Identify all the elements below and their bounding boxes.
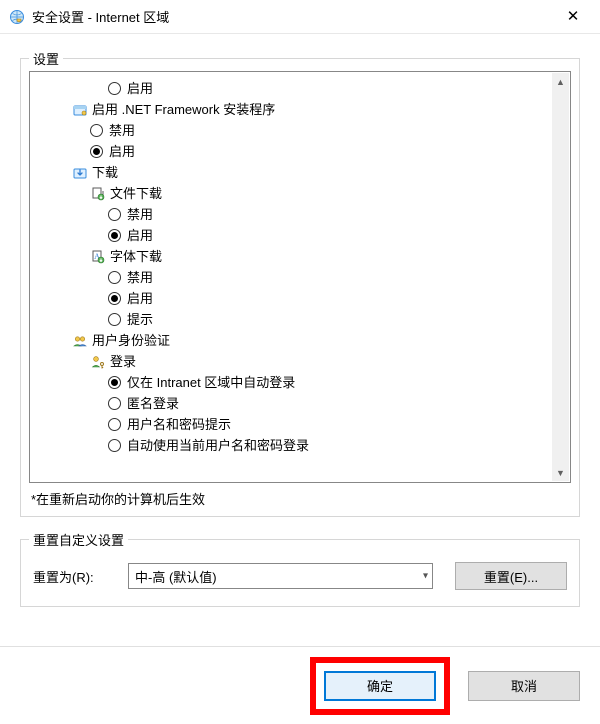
category-label: 用户身份验证 — [92, 330, 170, 351]
radio-on-icon — [108, 292, 121, 305]
subcategory-label: 字体下载 — [110, 246, 162, 267]
users-icon — [72, 333, 88, 349]
option-label: 用户名和密码提示 — [127, 414, 231, 435]
option-label: 匿名登录 — [127, 393, 179, 414]
titlebar: 安全设置 - Internet 区域 ✕ — [0, 0, 600, 34]
option-label: 自动使用当前用户名和密码登录 — [127, 435, 309, 456]
radio-option[interactable]: 启用 — [30, 225, 570, 246]
subcategory-font-download[interactable]: A 字体下载 — [30, 246, 570, 267]
radio-off-icon — [108, 271, 121, 284]
reset-button[interactable]: 重置(E)... — [455, 562, 567, 590]
reset-button-label: 重置(E)... — [484, 567, 538, 586]
radio-off-icon — [108, 418, 121, 431]
radio-option[interactable]: 禁用 — [30, 120, 570, 141]
radio-on-icon — [108, 376, 121, 389]
option-label: 提示 — [127, 309, 153, 330]
radio-option[interactable]: 用户名和密码提示 — [30, 414, 570, 435]
reset-group-label: 重置自定义设置 — [29, 530, 128, 549]
radio-off-icon — [90, 124, 103, 137]
option-label: 禁用 — [127, 204, 153, 225]
settings-group: 设置 启用 启用 .NET Framework 安装程序 禁用 — [20, 58, 580, 517]
subcategory-label: 登录 — [110, 351, 136, 372]
category-auth[interactable]: 用户身份验证 — [30, 330, 570, 351]
combo-value: 中-高 (默认值) — [135, 567, 217, 586]
category-label: 下载 — [92, 162, 118, 183]
subcategory-label: 文件下载 — [110, 183, 162, 204]
settings-tree[interactable]: 启用 启用 .NET Framework 安装程序 禁用 启用 — [29, 71, 571, 483]
radio-option[interactable]: 启用 — [30, 288, 570, 309]
reset-group: 重置自定义设置 重置为(R): 中-高 (默认值) ▾ 重置(E)... — [20, 539, 580, 607]
file-download-icon — [90, 186, 106, 202]
cancel-button[interactable]: 取消 — [468, 671, 580, 701]
reset-to-label: 重置为(R): — [33, 567, 128, 586]
close-icon: ✕ — [567, 9, 580, 24]
radio-option[interactable]: 启用 — [30, 141, 570, 162]
chevron-down-icon: ▾ — [423, 571, 428, 582]
radio-off-icon — [108, 82, 121, 95]
scroll-up-icon[interactable]: ▲ — [552, 73, 569, 90]
option-label: 启用 — [127, 78, 153, 99]
reset-level-combo[interactable]: 中-高 (默认值) ▾ — [128, 563, 433, 589]
category-label: 启用 .NET Framework 安装程序 — [92, 99, 275, 120]
subcategory-login[interactable]: 登录 — [30, 351, 570, 372]
radio-off-icon — [108, 439, 121, 452]
option-label: 禁用 — [127, 267, 153, 288]
ok-highlight-box: 确定 — [310, 657, 450, 715]
subcategory-file-download[interactable]: 文件下载 — [30, 183, 570, 204]
option-label: 仅在 Intranet 区域中自动登录 — [127, 372, 295, 393]
radio-off-icon — [108, 397, 121, 410]
radio-option[interactable]: 禁用 — [30, 267, 570, 288]
globe-security-icon — [8, 8, 26, 26]
option-label: 启用 — [127, 288, 153, 309]
option-label: 禁用 — [109, 120, 135, 141]
user-key-icon — [90, 354, 106, 370]
radio-option[interactable]: 禁用 — [30, 204, 570, 225]
category-netfx[interactable]: 启用 .NET Framework 安装程序 — [30, 99, 570, 120]
radio-off-icon — [108, 313, 121, 326]
window-title: 安全设置 - Internet 区域 — [32, 7, 169, 26]
close-button[interactable]: ✕ — [550, 2, 596, 32]
radio-off-icon — [108, 208, 121, 221]
font-download-icon: A — [90, 249, 106, 265]
radio-option[interactable]: 自动使用当前用户名和密码登录 — [30, 435, 570, 456]
radio-option[interactable]: 匿名登录 — [30, 393, 570, 414]
cancel-button-label: 取消 — [511, 676, 537, 695]
radio-on-icon — [90, 145, 103, 158]
ok-button-label: 确定 — [367, 676, 393, 695]
radio-on-icon — [108, 229, 121, 242]
radio-option[interactable]: 仅在 Intranet 区域中自动登录 — [30, 372, 570, 393]
option-label: 启用 — [109, 141, 135, 162]
category-download[interactable]: 下载 — [30, 162, 570, 183]
option-label: 启用 — [127, 225, 153, 246]
scrollbar[interactable]: ▲ ▼ — [552, 73, 569, 481]
package-icon — [72, 102, 88, 118]
dialog-buttons: 确定 取消 — [0, 646, 600, 724]
ok-button[interactable]: 确定 — [324, 671, 436, 701]
download-icon — [72, 165, 88, 181]
scroll-down-icon[interactable]: ▼ — [552, 464, 569, 481]
restart-footnote: *在重新启动你的计算机后生效 — [31, 489, 571, 508]
settings-label: 设置 — [29, 49, 63, 68]
radio-option[interactable]: 启用 — [30, 78, 570, 99]
radio-option[interactable]: 提示 — [30, 309, 570, 330]
